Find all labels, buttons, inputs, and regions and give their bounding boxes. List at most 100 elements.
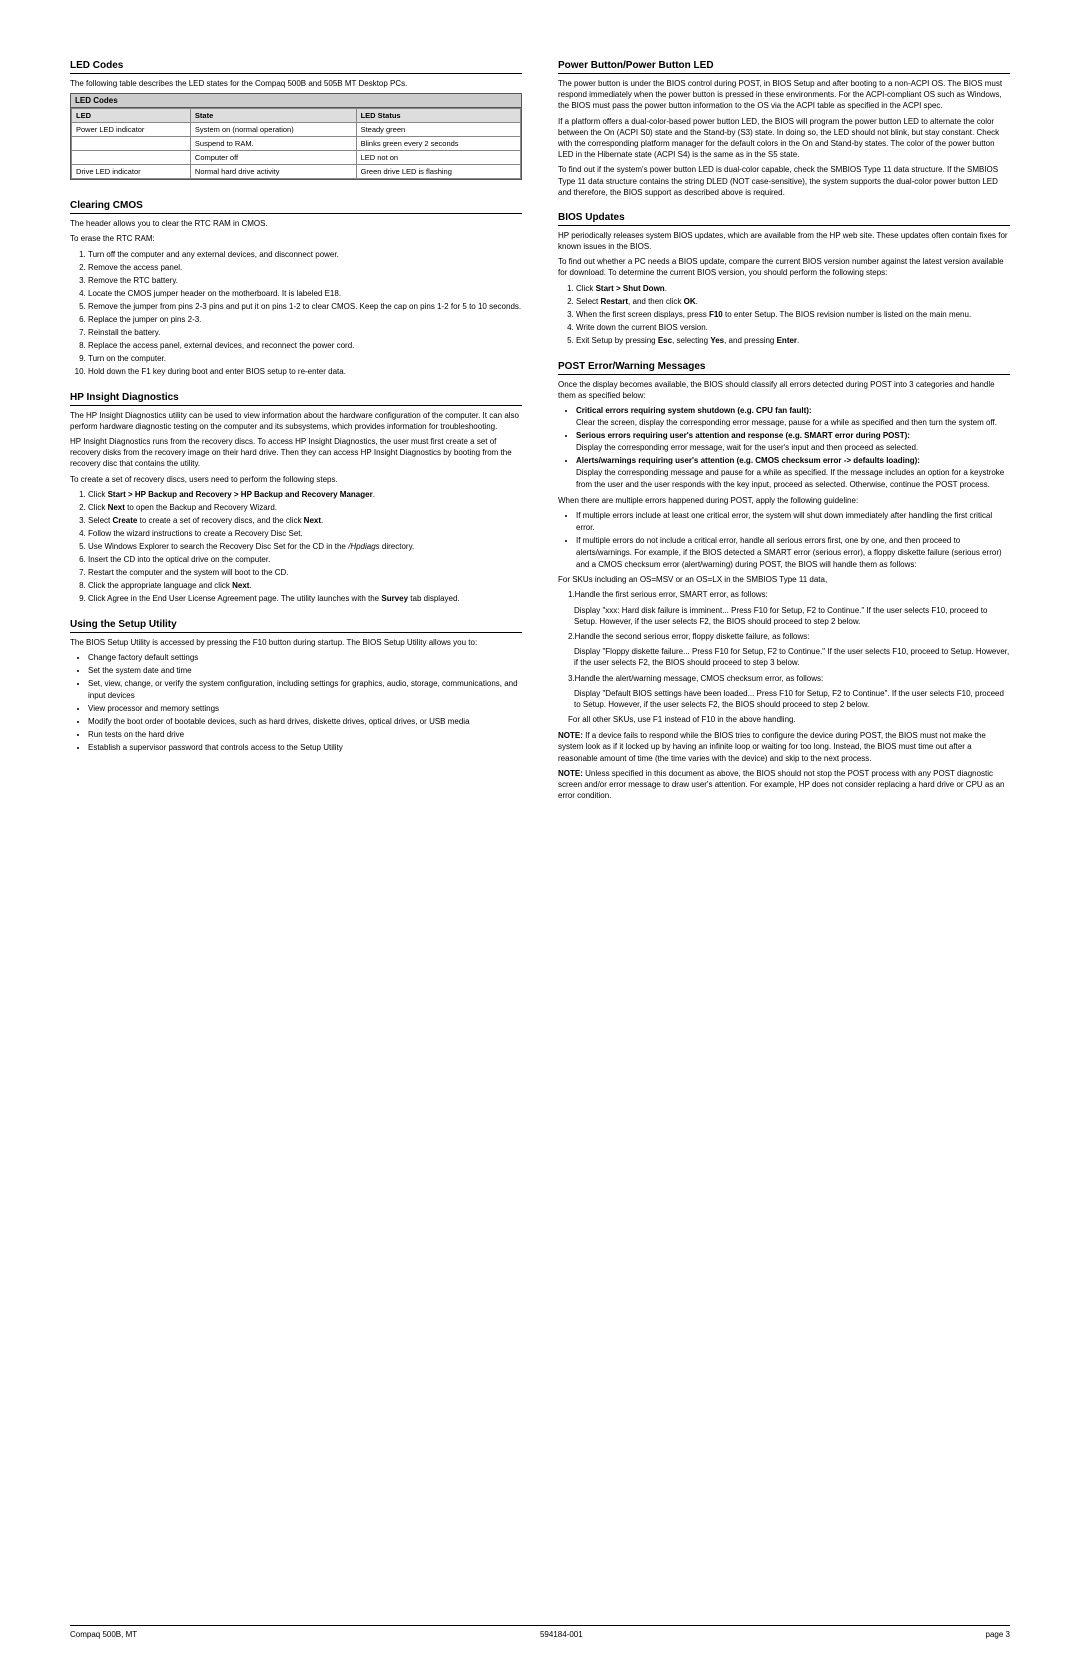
- clearing-cmos-section: Clearing CMOS The header allows you to c…: [70, 200, 522, 377]
- note1: NOTE: If a device fails to respond while…: [558, 730, 1010, 764]
- bios-updates-steps: Click Start > Shut Down. Select Restart,…: [576, 283, 1010, 347]
- footer-center: 594184-001: [540, 1630, 583, 1639]
- handling-step2-detail: Display "Floppy diskette failure... Pres…: [574, 646, 1010, 668]
- list-item: Click Start > HP Backup and Recovery > H…: [88, 489, 522, 501]
- led-codes-section: LED Codes The following table describes …: [70, 60, 522, 186]
- status-cell: Blinks green every 2 seconds: [356, 137, 520, 151]
- footer-right: page 3: [986, 1630, 1010, 1639]
- state-cell: Suspend to RAM.: [190, 137, 356, 151]
- led-table: LED State LED Status Power LED indicator…: [71, 108, 521, 179]
- list-item: Write down the current BIOS version.: [576, 322, 1010, 334]
- led-codes-title: LED Codes: [70, 60, 522, 74]
- hp-insight-para1: The HP Insight Diagnostics utility can b…: [70, 410, 522, 432]
- led-col-header: LED: [72, 109, 191, 123]
- footer: Compaq 500B, MT 594184-001 page 3: [70, 1625, 1010, 1639]
- list-item: Alerts/warnings requiring user's attenti…: [576, 455, 1010, 491]
- handling-step2-label: 2.Handle the second serious error, flopp…: [568, 631, 1010, 642]
- main-content: LED Codes The following table describes …: [70, 60, 1010, 815]
- list-item: Reinstall the battery.: [88, 327, 522, 339]
- sku-note: For SKUs including an OS=MSV or an OS=LX…: [558, 574, 1010, 585]
- led-status-col-header: LED Status: [356, 109, 520, 123]
- post-error-title: POST Error/Warning Messages: [558, 361, 1010, 375]
- power-button-section: Power Button/Power Button LED The power …: [558, 60, 1010, 198]
- list-item: Establish a supervisor password that con…: [88, 742, 522, 754]
- led-cell: Drive LED indicator: [72, 165, 191, 179]
- footer-left: Compaq 500B, MT: [70, 1630, 137, 1639]
- hp-insight-section: HP Insight Diagnostics The HP Insight Di…: [70, 392, 522, 605]
- setup-utility-title: Using the Setup Utility: [70, 619, 522, 633]
- status-cell: Green drive LED is flashing: [356, 165, 520, 179]
- list-item: Click Next to open the Backup and Recove…: [88, 502, 522, 514]
- handling-step3-detail: Display "Default BIOS settings have been…: [574, 688, 1010, 710]
- list-item: Set the system date and time: [88, 665, 522, 677]
- list-item: Click Start > Shut Down.: [576, 283, 1010, 295]
- led-table-wrapper: LED Codes LED State LED Status Power LED: [70, 93, 522, 180]
- status-cell: LED not on: [356, 151, 520, 165]
- bios-updates-intro: HP periodically releases system BIOS upd…: [558, 230, 1010, 252]
- clearing-cmos-title: Clearing CMOS: [70, 200, 522, 214]
- list-item: Select Create to create a set of recover…: [88, 515, 522, 527]
- list-item: Remove the jumper from pins 2-3 pins and…: [88, 301, 522, 313]
- handling-step3-label: 3.Handle the alert/warning message, CMOS…: [568, 673, 1010, 684]
- list-item: Click the appropriate language and click…: [88, 580, 522, 592]
- list-item: Remove the access panel.: [88, 262, 522, 274]
- post-error-bullets: Critical errors requiring system shutdow…: [576, 405, 1010, 491]
- list-item: Modify the boot order of bootable device…: [88, 716, 522, 728]
- post-error-intro: Once the display becomes available, the …: [558, 379, 1010, 401]
- list-item: Use Windows Explorer to search the Recov…: [88, 541, 522, 553]
- handling-step1-detail: Display "xxx: Hard disk failure is immin…: [574, 605, 1010, 627]
- state-cell: Computer off: [190, 151, 356, 165]
- status-cell: Steady green: [356, 123, 520, 137]
- list-item: Click Agree in the End User License Agre…: [88, 593, 522, 605]
- clearing-cmos-sub-intro: To erase the RTC RAM:: [70, 233, 522, 244]
- post-guidelines-intro: When there are multiple errors happened …: [558, 495, 1010, 506]
- power-button-para1: The power button is under the BIOS contr…: [558, 78, 1010, 112]
- hp-insight-para3: To create a set of recovery discs, users…: [70, 474, 522, 485]
- led-table-title: LED Codes: [71, 94, 521, 108]
- table-row: Power LED indicator System on (normal op…: [72, 123, 521, 137]
- list-item: Select Restart, and then click OK.: [576, 296, 1010, 308]
- power-button-title: Power Button/Power Button LED: [558, 60, 1010, 74]
- list-item: Hold down the F1 key during boot and ent…: [88, 366, 522, 378]
- list-item: Critical errors requiring system shutdow…: [576, 405, 1010, 429]
- list-item: Insert the CD into the optical drive on …: [88, 554, 522, 566]
- list-item: Exit Setup by pressing Esc, selecting Ye…: [576, 335, 1010, 347]
- state-cell: Normal hard drive activity: [190, 165, 356, 179]
- list-item: Set, view, change, or verify the system …: [88, 678, 522, 702]
- other-sku-note: For all other SKUs, use F1 instead of F1…: [568, 714, 1010, 725]
- setup-utility-bullets: Change factory default settings Set the …: [88, 652, 522, 754]
- list-item: Locate the CMOS jumper header on the mot…: [88, 288, 522, 300]
- list-item: Run tests on the hard drive: [88, 729, 522, 741]
- table-row: Drive LED indicator Normal hard drive ac…: [72, 165, 521, 179]
- list-item: Turn off the computer and any external d…: [88, 249, 522, 261]
- right-column: Power Button/Power Button LED The power …: [558, 60, 1010, 815]
- table-row: Suspend to RAM. Blinks green every 2 sec…: [72, 137, 521, 151]
- state-cell: System on (normal operation): [190, 123, 356, 137]
- hp-insight-para2: HP Insight Diagnostics runs from the rec…: [70, 436, 522, 470]
- led-cell: Power LED indicator: [72, 123, 191, 137]
- left-column: LED Codes The following table describes …: [70, 60, 522, 815]
- led-codes-intro: The following table describes the LED st…: [70, 78, 522, 89]
- list-item: View processor and memory settings: [88, 703, 522, 715]
- table-row: Computer off LED not on: [72, 151, 521, 165]
- led-cell: [72, 151, 191, 165]
- state-col-header: State: [190, 109, 356, 123]
- list-item: Serious errors requiring user's attentio…: [576, 430, 1010, 454]
- bios-updates-intro2: To find out whether a PC needs a BIOS up…: [558, 256, 1010, 278]
- page: LED Codes The following table describes …: [0, 0, 1080, 1669]
- setup-utility-section: Using the Setup Utility The BIOS Setup U…: [70, 619, 522, 754]
- power-button-para3: To find out if the system's power button…: [558, 164, 1010, 198]
- list-item: Change factory default settings: [88, 652, 522, 664]
- handling-step1-label: 1.Handle the first serious error, SMART …: [568, 589, 1010, 600]
- list-item: If multiple errors do not include a crit…: [576, 535, 1010, 571]
- post-guidelines: If multiple errors include at least one …: [576, 510, 1010, 571]
- list-item: If multiple errors include at least one …: [576, 510, 1010, 534]
- hp-insight-steps: Click Start > HP Backup and Recovery > H…: [88, 489, 522, 605]
- list-item: Turn on the computer.: [88, 353, 522, 365]
- led-cell: [72, 137, 191, 151]
- list-item: When the first screen displays, press F1…: [576, 309, 1010, 321]
- list-item: Restart the computer and the system will…: [88, 567, 522, 579]
- list-item: Follow the wizard instructions to create…: [88, 528, 522, 540]
- list-item: Replace the access panel, external devic…: [88, 340, 522, 352]
- bios-updates-section: BIOS Updates HP periodically releases sy…: [558, 212, 1010, 347]
